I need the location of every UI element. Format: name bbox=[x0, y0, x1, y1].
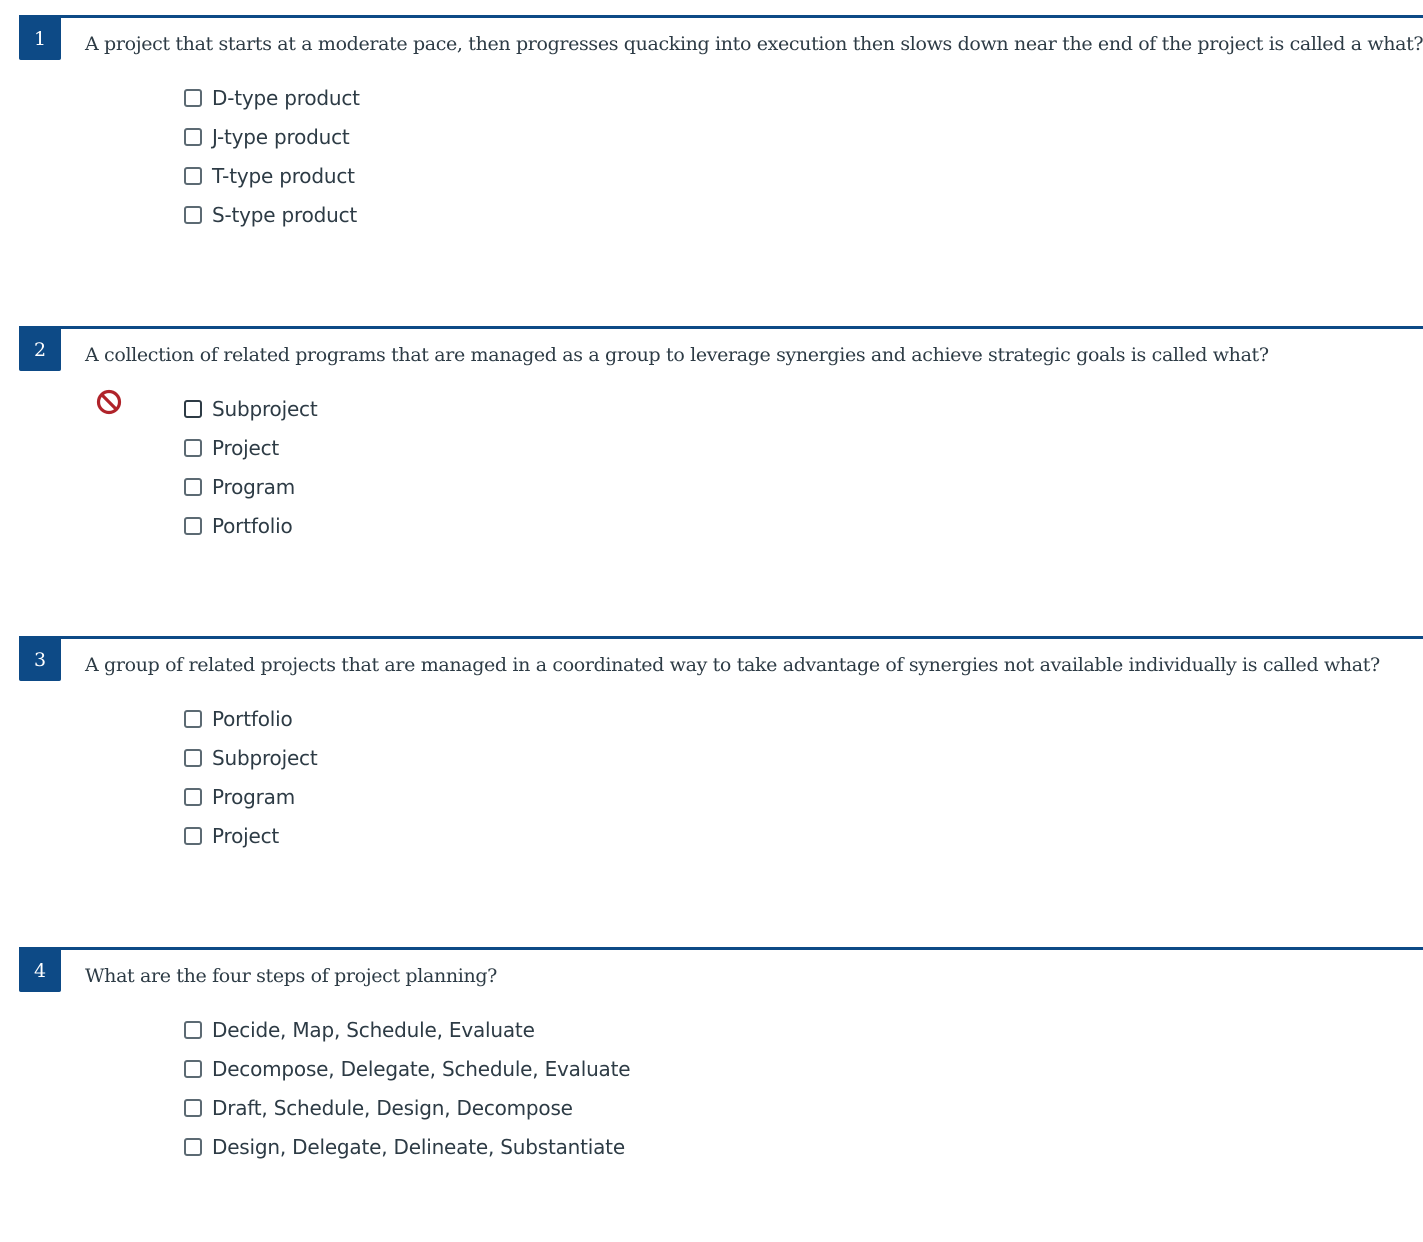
answer-option[interactable]: Design, Delegate, Delineate, Substantiat… bbox=[184, 1127, 630, 1166]
answer-label: Subproject bbox=[212, 745, 318, 770]
checkbox[interactable] bbox=[184, 1137, 202, 1156]
checkbox[interactable] bbox=[184, 477, 202, 496]
checkbox[interactable] bbox=[184, 709, 202, 728]
answer-option[interactable]: Subproject bbox=[184, 389, 318, 428]
answer-option[interactable]: Program bbox=[184, 467, 317, 506]
answer-option[interactable]: Program bbox=[184, 777, 317, 816]
checkbox[interactable] bbox=[184, 516, 202, 535]
checkbox[interactable] bbox=[184, 166, 202, 185]
question-text: What are the four steps of project plann… bbox=[85, 965, 497, 987]
question-text: A project that starts at a moderate pace… bbox=[85, 33, 1423, 55]
checkbox[interactable] bbox=[184, 787, 202, 806]
answer-label: Portfolio bbox=[212, 706, 293, 731]
question-2: 2 A collection of related programs that … bbox=[0, 311, 1423, 621]
checkbox[interactable] bbox=[184, 205, 202, 224]
answer-option[interactable]: J-type product bbox=[184, 117, 360, 156]
checkbox[interactable] bbox=[184, 1020, 202, 1039]
answer-option[interactable]: S-type product bbox=[184, 195, 360, 234]
question-number-badge: 3 bbox=[19, 636, 61, 681]
answer-label: Decide, Map, Schedule, Evaluate bbox=[212, 1017, 535, 1042]
answer-label: Decompose, Delegate, Schedule, Evaluate bbox=[212, 1056, 631, 1081]
answer-label: J-type product bbox=[212, 124, 350, 149]
no-entry-icon bbox=[96, 389, 122, 415]
answer-label: Portfolio bbox=[212, 513, 293, 538]
answer-option[interactable]: Portfolio bbox=[184, 506, 317, 545]
checkbox[interactable] bbox=[184, 88, 202, 107]
answer-label: Program bbox=[212, 784, 295, 809]
checkbox[interactable] bbox=[184, 438, 202, 457]
answer-option[interactable]: Decide, Map, Schedule, Evaluate bbox=[184, 1010, 630, 1049]
checkbox[interactable] bbox=[184, 399, 202, 418]
answer-label: D-type product bbox=[212, 85, 360, 110]
question-divider bbox=[19, 636, 1423, 639]
checkbox[interactable] bbox=[184, 826, 202, 845]
answer-option[interactable]: Subproject bbox=[184, 738, 318, 777]
answer-label: Subproject bbox=[212, 396, 318, 421]
question-number-badge: 2 bbox=[19, 326, 61, 371]
answer-option[interactable]: D-type product bbox=[184, 78, 360, 117]
answer-label: Design, Delegate, Delineate, Substantiat… bbox=[212, 1134, 625, 1159]
answer-label: S-type product bbox=[212, 202, 358, 227]
question-text: A collection of related programs that ar… bbox=[85, 344, 1269, 366]
checkbox[interactable] bbox=[184, 1059, 202, 1078]
answer-option[interactable]: T-type product bbox=[184, 156, 360, 195]
answer-label: T-type product bbox=[212, 163, 355, 188]
question-text: A group of related projects that are man… bbox=[85, 654, 1380, 676]
answer-label: Program bbox=[212, 474, 295, 499]
question-divider bbox=[19, 326, 1423, 329]
answer-label: Draft, Schedule, Design, Decompose bbox=[212, 1095, 573, 1120]
answer-option[interactable]: Decompose, Delegate, Schedule, Evaluate bbox=[184, 1049, 631, 1088]
answer-option[interactable]: Project bbox=[184, 428, 317, 467]
answer-label: Project bbox=[212, 435, 280, 460]
answer-option[interactable]: Portfolio bbox=[184, 699, 317, 738]
question-divider bbox=[19, 15, 1423, 18]
question-number-badge: 4 bbox=[19, 947, 61, 992]
answer-list: D-type product J-type product T-type pro… bbox=[184, 78, 360, 234]
checkbox[interactable] bbox=[184, 748, 202, 767]
answer-list: Subproject Project Program Portfolio bbox=[184, 389, 318, 545]
answer-list: Decide, Map, Schedule, Evaluate Decompos… bbox=[184, 1010, 631, 1166]
question-4: 4 What are the four steps of project pla… bbox=[0, 932, 1423, 1242]
answer-option[interactable]: Draft, Schedule, Design, Decompose bbox=[184, 1088, 630, 1127]
question-divider bbox=[19, 947, 1423, 950]
question-3: 3 A group of related projects that are m… bbox=[0, 621, 1423, 931]
answer-label: Project bbox=[212, 823, 280, 848]
answer-option[interactable]: Project bbox=[184, 816, 317, 855]
checkbox[interactable] bbox=[184, 127, 202, 146]
question-number-badge: 1 bbox=[19, 15, 61, 60]
question-1: 1 A project that starts at a moderate pa… bbox=[0, 0, 1423, 310]
checkbox[interactable] bbox=[184, 1098, 202, 1117]
answer-list: Portfolio Subproject Program Project bbox=[184, 699, 318, 855]
